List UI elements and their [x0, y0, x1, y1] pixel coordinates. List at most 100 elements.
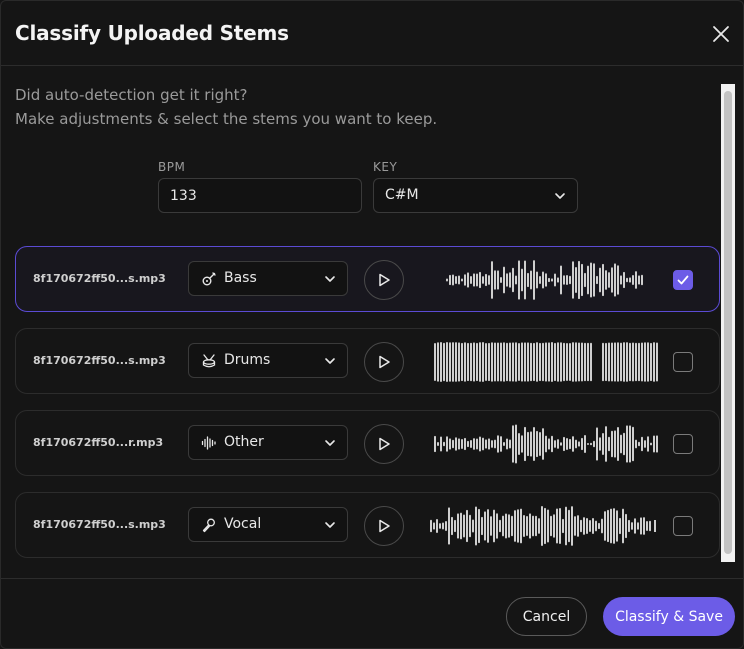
waveform-bar [497, 342, 499, 382]
bpm-input[interactable] [158, 178, 362, 213]
waveform-bar [536, 271, 538, 289]
waveform-bar [476, 438, 478, 450]
waveform-bar [547, 509, 549, 543]
waveform-bar [628, 519, 630, 533]
waveform-bar [457, 513, 459, 539]
waveform-bar [449, 342, 451, 382]
waveform-bar [520, 508, 522, 544]
waveform-bar [463, 514, 465, 538]
waveform-bar [473, 438, 475, 450]
waveform-bar [638, 275, 640, 285]
stem-row[interactable]: 8f170672ff50...s.mp3 Vocal [15, 492, 720, 558]
intro-line-2: Make adjustments & select the stems you … [15, 110, 438, 128]
waveform-bar [497, 270, 499, 290]
waveform-bar [533, 342, 535, 382]
scrollbar[interactable] [721, 84, 735, 562]
stem-row[interactable]: 8f170672ff50...r.mp3 Other [15, 410, 720, 476]
waveform-bar [476, 273, 478, 287]
waveform-bar [506, 273, 508, 287]
waveform-bar [586, 518, 588, 534]
waveform-bar [430, 519, 432, 533]
stem-type-select[interactable]: Bass [188, 261, 348, 296]
waveform-bar [640, 517, 642, 535]
waveform-bar [451, 516, 453, 536]
stem-filename: 8f170672ff50...r.mp3 [33, 436, 164, 449]
cancel-button[interactable]: Cancel [506, 597, 587, 636]
waveform-bar [449, 274, 451, 286]
waveform-bar [644, 440, 646, 448]
waveform-bar [440, 436, 442, 452]
waveform-bar [572, 436, 574, 452]
waveform-bar [445, 520, 447, 532]
stem-filename: 8f170672ff50...s.mp3 [33, 354, 166, 367]
play-button[interactable] [364, 506, 404, 546]
waveform-bar [499, 519, 501, 533]
waveform-bar [458, 438, 460, 450]
waveform-bar [512, 267, 514, 293]
play-button[interactable] [364, 424, 404, 464]
waveform-bar [641, 436, 643, 452]
play-button[interactable] [364, 260, 404, 300]
waveform-bar [635, 271, 637, 289]
waveform-bar [560, 265, 562, 295]
stem-checkbox[interactable] [673, 434, 693, 454]
waveform-bar [614, 263, 616, 297]
stem-type-select[interactable]: Vocal [188, 507, 348, 542]
waveform-bar [574, 516, 576, 536]
scrollbar-thumb[interactable] [724, 91, 732, 554]
waveform-bar [605, 426, 607, 462]
waveform-bar [563, 436, 565, 452]
waveform-bar [488, 275, 490, 285]
waveform-bar [446, 342, 448, 382]
waveform-bar [469, 514, 471, 538]
stem-row[interactable]: 8f170672ff50...s.mp3 Drums [15, 328, 720, 394]
waveform-bar [616, 510, 618, 542]
stem-checkbox[interactable] [673, 516, 693, 536]
waveform-bar [622, 508, 624, 544]
waveform-bar [493, 509, 495, 543]
waveform-bar [509, 342, 511, 382]
waveform-bar [602, 342, 604, 382]
stem-type-select[interactable]: Other [188, 425, 348, 460]
waveform-bar [610, 508, 612, 544]
waveform-bar [587, 342, 589, 382]
intro-line-1: Did auto-detection get it right? [15, 86, 248, 104]
waveform-bar [497, 435, 499, 453]
waveform-bar [590, 262, 592, 298]
waveform-bar [473, 273, 475, 287]
classify-save-button[interactable]: Classify & Save [603, 597, 735, 636]
close-button[interactable] [707, 20, 735, 48]
chevron-down-icon [325, 358, 335, 364]
waveform-bar [580, 519, 582, 533]
waveform-bar [631, 522, 633, 530]
stem-type-select[interactable]: Drums [188, 343, 348, 378]
waveform-bar [629, 425, 631, 463]
key-select[interactable]: C#M [373, 178, 578, 213]
chevron-down-icon [325, 522, 335, 528]
stem-row[interactable]: 8f170672ff50...s.mp3 Bass [15, 246, 720, 312]
play-button[interactable] [364, 342, 404, 382]
waveform-bar [590, 442, 592, 446]
waveform-bar [536, 430, 538, 458]
waveform-bar [443, 342, 445, 382]
waveform-bar [467, 272, 469, 288]
waveform-bar [485, 439, 487, 449]
waveform-bar [556, 508, 558, 544]
waveform-bar [481, 516, 483, 536]
dialog-header: Classify Uploaded Stems [1, 1, 743, 66]
waveform-bar [638, 342, 640, 382]
waveform-bar [619, 517, 621, 535]
waveform-bar [550, 515, 552, 537]
waveform-bar [617, 265, 619, 295]
stem-checkbox[interactable] [673, 352, 693, 372]
waveform-bar [620, 342, 622, 382]
stem-checkbox[interactable] [673, 270, 693, 290]
waveform-bar [479, 436, 481, 452]
waveform-bar [617, 427, 619, 461]
waveform-bar [538, 518, 540, 534]
waveform-bar [530, 342, 532, 382]
waveform-bar [542, 342, 544, 382]
waveform-bar [623, 342, 625, 382]
check-icon [677, 275, 689, 285]
waveform-bar [635, 439, 637, 449]
